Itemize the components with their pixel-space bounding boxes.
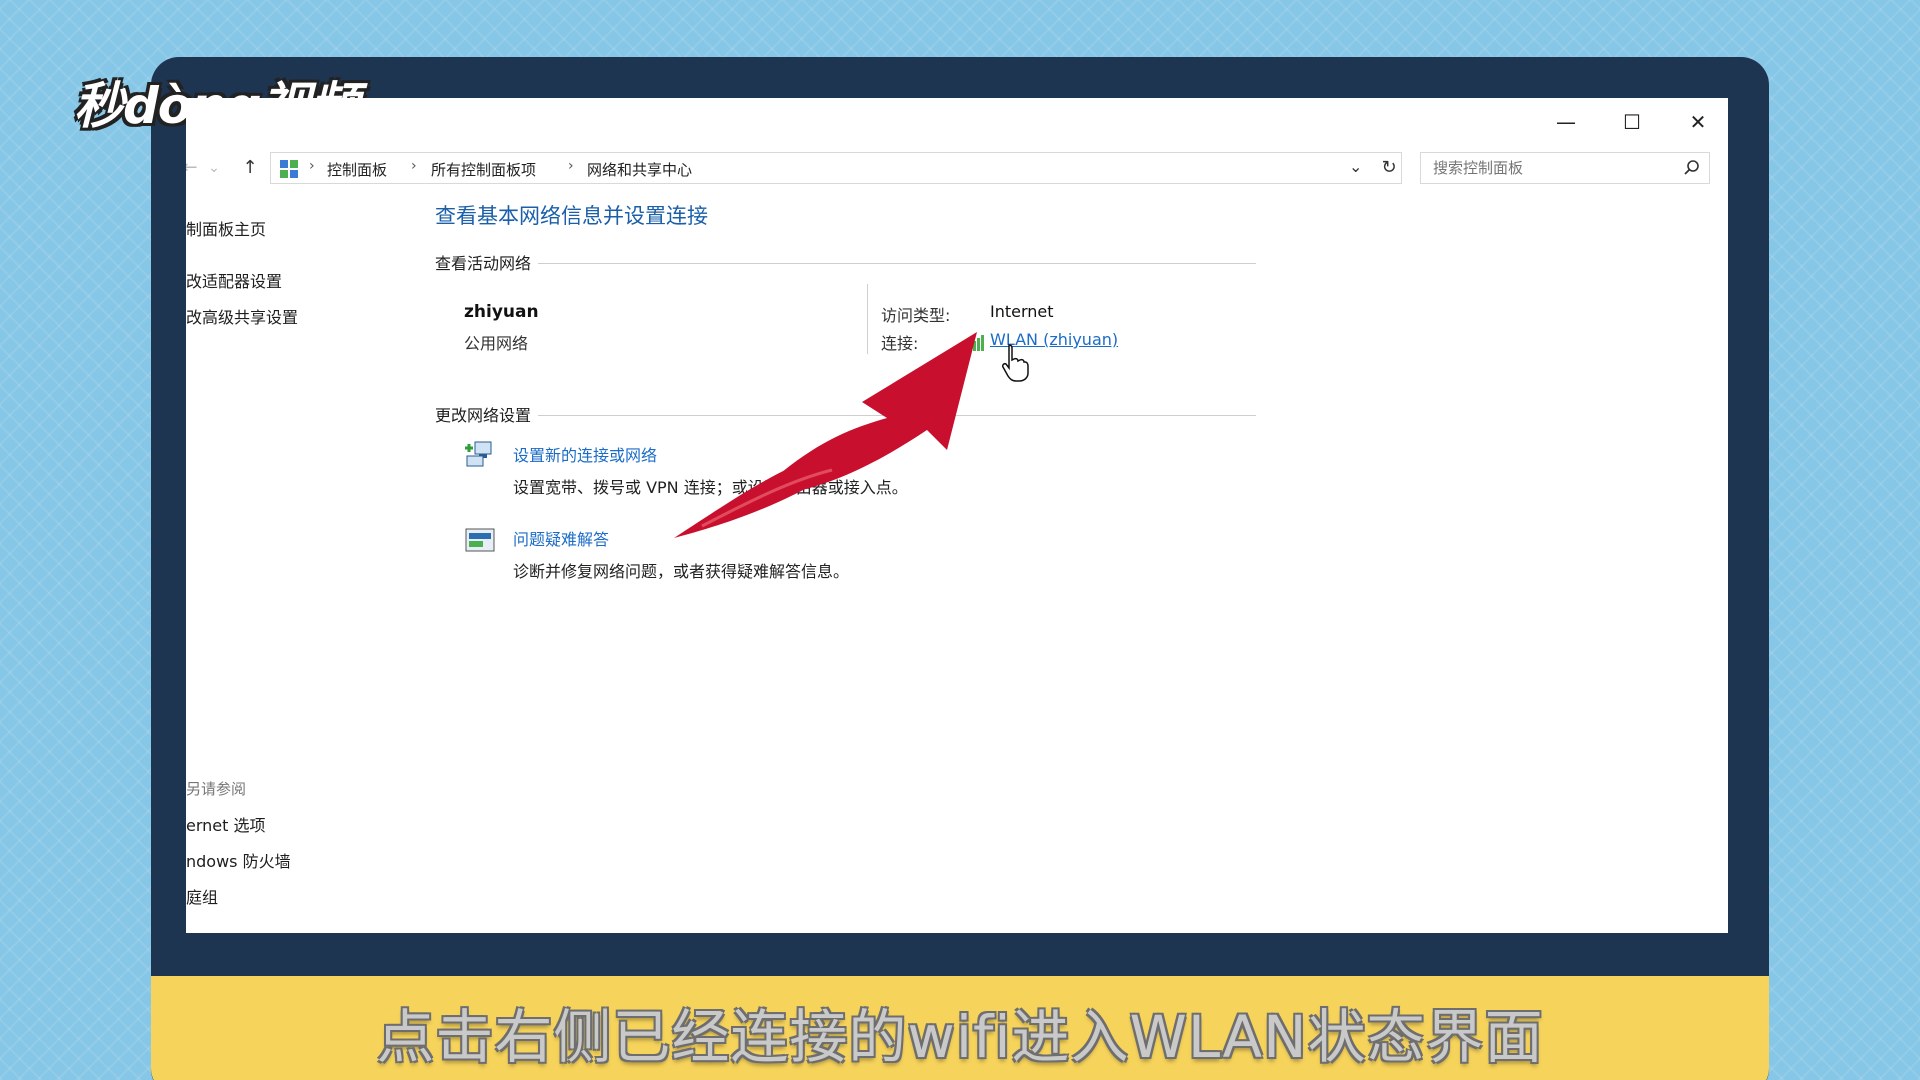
hand-cursor-icon <box>1002 344 1029 382</box>
troubleshoot-icon[interactable] <box>463 524 497 556</box>
nav-control-panel-home[interactable]: 制面板主页 <box>186 216 266 240</box>
breadcrumb-separator: › <box>568 158 574 174</box>
close-button[interactable]: ✕ <box>1676 108 1720 136</box>
search-box[interactable] <box>1420 152 1710 184</box>
active-networks-header: 查看活动网络 <box>435 254 532 273</box>
breadcrumb-control-panel[interactable]: 控制面板 <box>327 159 387 180</box>
nav-homegroup[interactable]: 庭组 <box>186 884 218 908</box>
address-toolbar: ← ⌄ ↑ › 控制面板 › 所有控制面板项 › 网络和共享中心 ⌄ ↻ <box>186 150 1728 186</box>
network-setup-icon[interactable] <box>463 438 497 470</box>
search-input[interactable] <box>1421 153 1671 183</box>
troubleshoot-link[interactable]: 问题疑难解答 <box>513 526 609 550</box>
breadcrumb-separator: › <box>309 158 315 174</box>
search-icon[interactable] <box>1683 159 1701 177</box>
change-settings-header: 更改网络设置 <box>435 406 532 425</box>
wifi-signal-icon <box>965 335 984 351</box>
page-title: 查看基本网络信息并设置连接 <box>435 204 708 228</box>
refresh-button[interactable]: ↻ <box>1376 152 1402 184</box>
setup-connection-desc: 设置宽带、拨号或 VPN 连接；或设置路由器或接入点。 <box>513 478 908 497</box>
nav-windows-firewall[interactable]: ndows 防火墙 <box>186 848 291 872</box>
up-button[interactable]: ↑ <box>238 154 262 182</box>
access-type-label: 访问类型: <box>881 306 951 325</box>
network-name: zhiyuan <box>464 302 539 322</box>
see-also-header: 另请参阅 <box>186 780 247 798</box>
breadcrumb-separator: › <box>411 158 417 174</box>
divider <box>538 415 1256 416</box>
nav-advanced-sharing[interactable]: 改高级共享设置 <box>186 304 298 328</box>
control-panel-icon <box>280 160 298 178</box>
nav-change-adapter-settings[interactable]: 改适配器设置 <box>186 268 282 292</box>
recent-locations-button[interactable]: ⌄ <box>202 154 226 182</box>
breadcrumb-network-center[interactable]: 网络和共享中心 <box>587 159 692 180</box>
maximize-button[interactable]: ☐ <box>1610 108 1654 136</box>
red-pointer-arrow-icon <box>674 332 977 538</box>
video-caption: 点击右侧已经连接的wifi进入WLAN状态界面 <box>376 1003 1544 1071</box>
breadcrumb-all-items[interactable]: 所有控制面板项 <box>431 159 536 180</box>
divider <box>867 284 868 354</box>
divider <box>538 263 1256 264</box>
address-field[interactable]: › 控制面板 › 所有控制面板项 › 网络和共享中心 ⌄ <box>270 152 1402 184</box>
setup-connection-link[interactable]: 设置新的连接或网络 <box>513 442 657 466</box>
access-type-value: Internet <box>990 302 1054 321</box>
back-button[interactable]: ← <box>186 154 202 182</box>
minimize-button[interactable]: — <box>1544 108 1588 136</box>
network-type: 公用网络 <box>464 334 529 353</box>
troubleshoot-desc: 诊断并修复网络问题，或者获得疑难解答信息。 <box>513 562 850 581</box>
nav-internet-options[interactable]: ernet 选项 <box>186 812 266 836</box>
connection-label: 连接: <box>881 334 919 353</box>
address-history-dropdown[interactable]: ⌄ <box>1349 157 1362 176</box>
control-panel-window: — ☐ ✕ ← ⌄ ↑ › 控制面板 › 所有控制面板项 › 网络和共享中心 ⌄… <box>186 98 1728 933</box>
